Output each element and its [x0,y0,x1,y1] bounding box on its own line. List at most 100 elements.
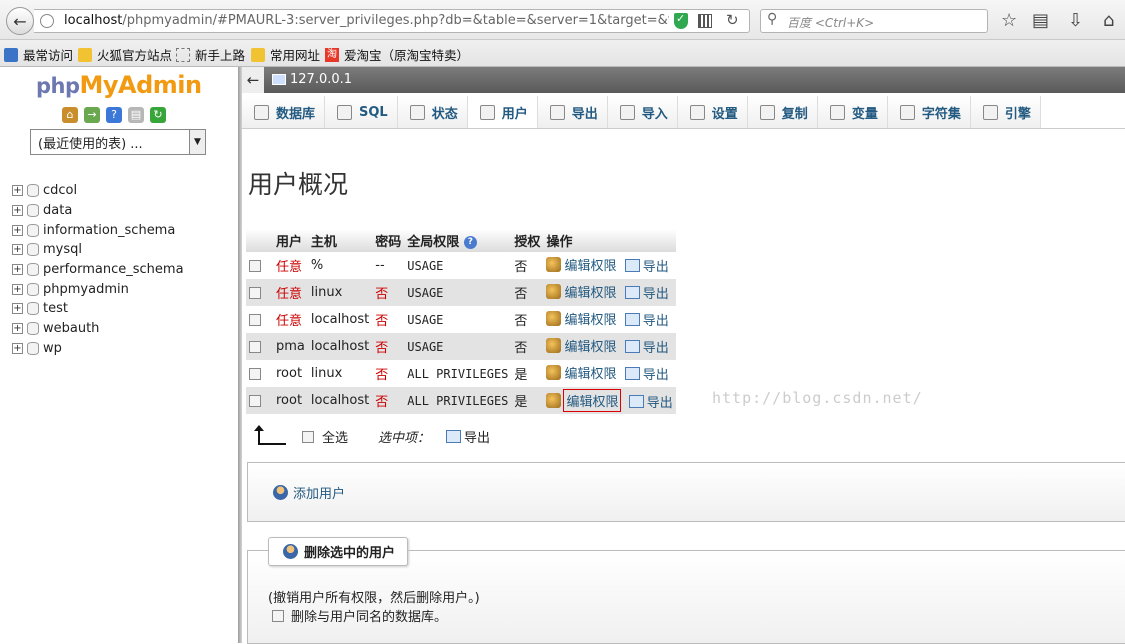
download-icon[interactable]: ⇩ [1068,10,1083,31]
tab-status[interactable]: 状态 [397,96,468,128]
export-user-link[interactable]: 导出 [624,283,669,302]
user-cell: root [273,360,308,387]
row-checkbox[interactable] [249,286,261,299]
logout-icon[interactable]: → [84,107,100,123]
tab-replication[interactable]: 复制 [747,96,818,128]
reload-nav-icon[interactable]: ↻ [150,107,166,123]
tab-settings[interactable]: 设置 [677,96,748,128]
tab-charsets[interactable]: 字符集 [887,96,971,128]
expand-icon[interactable]: + [12,185,23,197]
db-item[interactable]: + mysql [12,240,184,260]
wrench-icon [689,104,705,120]
export-user-link[interactable]: 导出 [628,392,673,411]
tab-users[interactable]: 用户 [467,96,538,128]
export-user-link[interactable]: 导出 [624,337,669,356]
edit-privileges-link[interactable]: 编辑权限 [546,282,616,301]
row-checkbox[interactable] [249,367,261,380]
bulk-actions: 全选 选中项： 导出 [254,424,490,446]
export-user-link[interactable]: 导出 [624,310,669,329]
bookmark-getting-started[interactable]: 新手上路 [176,45,245,64]
grant-cell: 否 [511,333,544,360]
expand-icon[interactable]: + [12,342,23,354]
db-item[interactable]: + information_schema [12,220,184,240]
edit-privileges-icon [546,365,562,380]
db-item[interactable]: + performance_schema [12,260,184,280]
reading-list-icon[interactable]: ▤ [1032,10,1049,31]
docs-icon[interactable]: ▤ [128,107,144,123]
export-user-link[interactable]: 导出 [624,364,669,383]
db-item[interactable]: + phpmyadmin [12,279,184,299]
help-icon[interactable]: ? [463,236,477,249]
host-cell: localhost [307,333,373,360]
select-all-label[interactable]: 全选 [322,427,348,446]
bulk-export-button[interactable]: 导出 [446,427,490,446]
browser-back-button[interactable]: ← [6,7,34,35]
export-icon [446,430,462,443]
privileges-cell: ALL PRIVILEGES [404,360,512,387]
expand-icon[interactable]: + [12,323,23,335]
grant-cell: 否 [511,306,544,333]
drop-database-checkbox[interactable] [272,609,284,622]
expand-icon[interactable]: + [12,283,23,295]
expand-icon[interactable]: + [12,264,23,276]
shield-icon[interactable] [674,12,688,29]
address-bar[interactable]: localhost/phpmyadmin/#PMAURL-3:server_pr… [34,9,750,33]
edit-privileges-link[interactable]: 编辑权限 [546,255,616,274]
server-breadcrumb[interactable]: 127.0.0.1 [272,72,352,87]
tab-export[interactable]: 导出 [537,96,608,128]
expand-icon[interactable]: + [12,244,23,256]
password-cell: -- [372,252,405,279]
database-icon [27,223,39,237]
bookmark-star-icon[interactable]: ☆ [1001,10,1017,31]
row-checkbox[interactable] [249,340,261,353]
edit-privileges-link[interactable]: 编辑权限 [546,336,616,355]
row-checkbox-cell [246,252,273,279]
tab-engines[interactable]: 引擎 [970,96,1041,128]
row-checkbox[interactable] [249,313,261,326]
table-row: root localhost 否 ALL PRIVILEGES 是 编辑权限 导… [246,387,676,414]
recent-tables-select[interactable]: (最近使用的表) ... ▼ [30,129,206,155]
server-icon [272,74,286,85]
tab-import[interactable]: 导入 [607,96,678,128]
row-checkbox[interactable] [249,394,261,407]
drop-database-label[interactable]: 删除与用户同名的数据库。 [291,606,447,625]
server-breadcrumb-bar: ← 127.0.0.1 [242,67,1125,93]
navigation-panel: phpMyAdmin ⌂ → ? ▤ ↻ (最近使用的表) ... ▼ + cdc… [0,67,238,643]
expand-icon[interactable]: + [12,224,23,236]
edit-privileges-link[interactable]: 编辑权限 [546,363,616,382]
export-user-link[interactable]: 导出 [624,256,669,275]
delete-user-icon [283,544,298,559]
edit-privileges-link[interactable]: 编辑权限 [546,309,616,328]
export-icon [624,367,640,380]
bookmark-taobao[interactable]: 淘爱淘宝（原淘宝特卖） [325,45,469,64]
select-all-checkbox[interactable] [302,430,314,443]
db-item[interactable]: + cdcol [12,181,184,201]
expand-icon[interactable]: + [12,205,23,217]
help-icon[interactable]: ? [106,107,122,123]
tab-variables[interactable]: 变量 [817,96,888,128]
row-checkbox[interactable] [249,259,261,272]
tab-sql[interactable]: SQL [325,96,398,128]
home-icon[interactable]: ⌂ [1103,10,1114,31]
db-item[interactable]: + webauth [12,319,184,339]
bookmark-most-visited[interactable]: 最常访问 [4,45,73,64]
bookmark-firefox-site[interactable]: 火狐官方站点 [78,45,172,64]
qr-code-icon[interactable] [698,14,712,28]
privileges-cell: USAGE [404,306,512,333]
search-box[interactable]: ⚲ 百度 <Ctrl+K> [760,9,988,33]
expand-icon[interactable]: + [12,303,23,315]
db-item[interactable]: + data [12,201,184,221]
edit-privileges-icon [546,392,562,408]
bookmark-common-sites[interactable]: 常用网址 [251,45,320,64]
export-icon [624,259,640,272]
host-cell: localhost [307,306,373,333]
tab-databases[interactable]: 数据库 [242,96,326,128]
phpmyadmin-logo[interactable]: phpMyAdmin [36,71,202,99]
db-item[interactable]: + wp [12,339,184,359]
edit-privileges-link-root-localhost[interactable]: 编辑权限 [546,388,622,412]
db-item[interactable]: + test [12,299,184,319]
collapse-nav-icon[interactable]: ← [242,67,264,93]
reload-icon[interactable]: ↻ [726,11,739,29]
add-user-link[interactable]: 添加用户 [273,483,345,502]
home-icon[interactable]: ⌂ [62,107,78,123]
